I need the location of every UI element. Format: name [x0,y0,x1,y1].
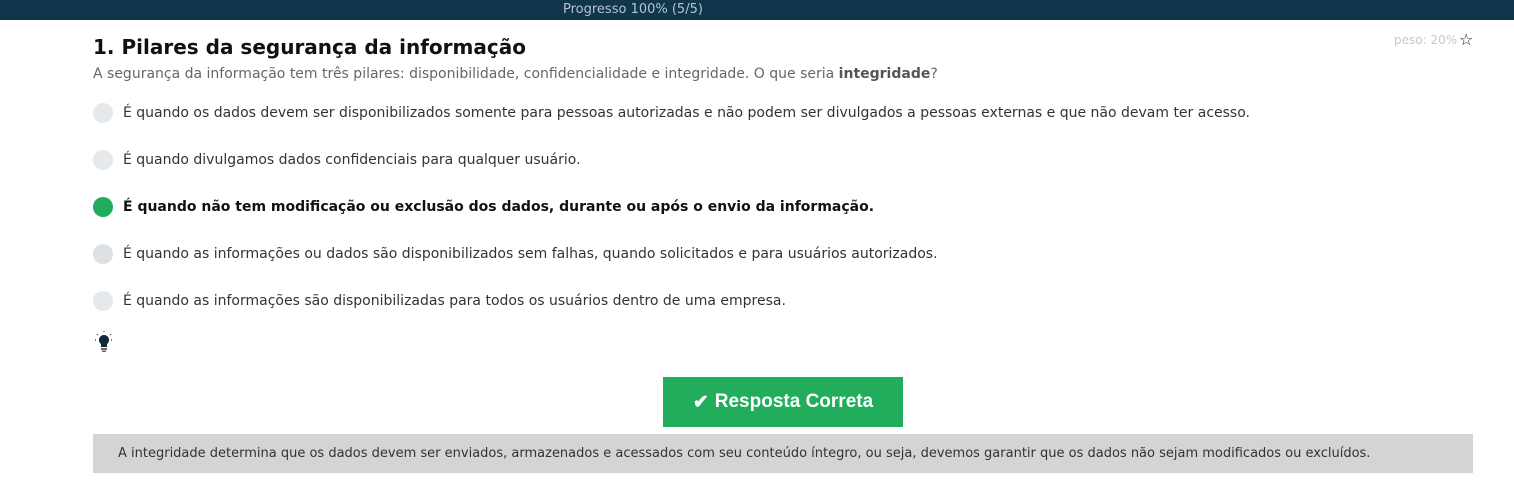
question-weight: peso: 20% [1394,33,1458,47]
option-2[interactable]: É quando divulgamos dados confidenciais … [93,150,581,170]
explanation-box: A integridade determina que os dados dev… [93,434,1473,473]
subtitle-suffix: ? [930,66,938,82]
check-icon: ✔ [692,391,709,413]
option-label: É quando os dados devem ser disponibiliz… [123,105,1250,121]
option-label: É quando não tem modificação ou exclusão… [123,199,875,215]
correct-answer-button: ✔ Resposta Correta [663,377,903,427]
question-subtitle: A segurança da informação tem três pilar… [93,66,938,82]
option-1[interactable]: É quando os dados devem ser disponibiliz… [93,103,1250,123]
option-label: É quando as informações ou dados são dis… [123,246,938,262]
progress-text: Progresso 100% (5/5) [563,2,703,17]
subtitle-bold: integridade [838,66,931,82]
result-label: Resposta Correta [714,391,874,412]
subtitle-text: A segurança da informação tem três pilar… [93,66,839,82]
option-3[interactable]: É quando não tem modificação ou exclusão… [93,197,874,217]
radio-button[interactable] [93,291,113,311]
radio-button-selected[interactable] [93,197,113,217]
radio-button[interactable] [93,150,113,170]
option-label: É quando divulgamos dados confidenciais … [123,152,581,168]
option-5[interactable]: É quando as informações são disponibiliz… [93,291,786,311]
question-title: 1. Pilares da segurança da informação [93,35,526,59]
radio-button[interactable] [93,244,113,264]
radio-button[interactable] [93,103,113,123]
question-number: 1. [93,35,115,59]
option-label: É quando as informações são disponibiliz… [123,293,786,309]
option-4[interactable]: É quando as informações ou dados são dis… [93,244,938,264]
explanation-text: A integridade determina que os dados dev… [118,446,1371,461]
question-title-text: Pilares da segurança da informação [121,35,526,59]
progress-bar: Progresso 100% (5/5) [0,0,1514,20]
star-icon[interactable]: ☆ [1459,30,1473,49]
lightbulb-icon[interactable] [95,331,113,353]
